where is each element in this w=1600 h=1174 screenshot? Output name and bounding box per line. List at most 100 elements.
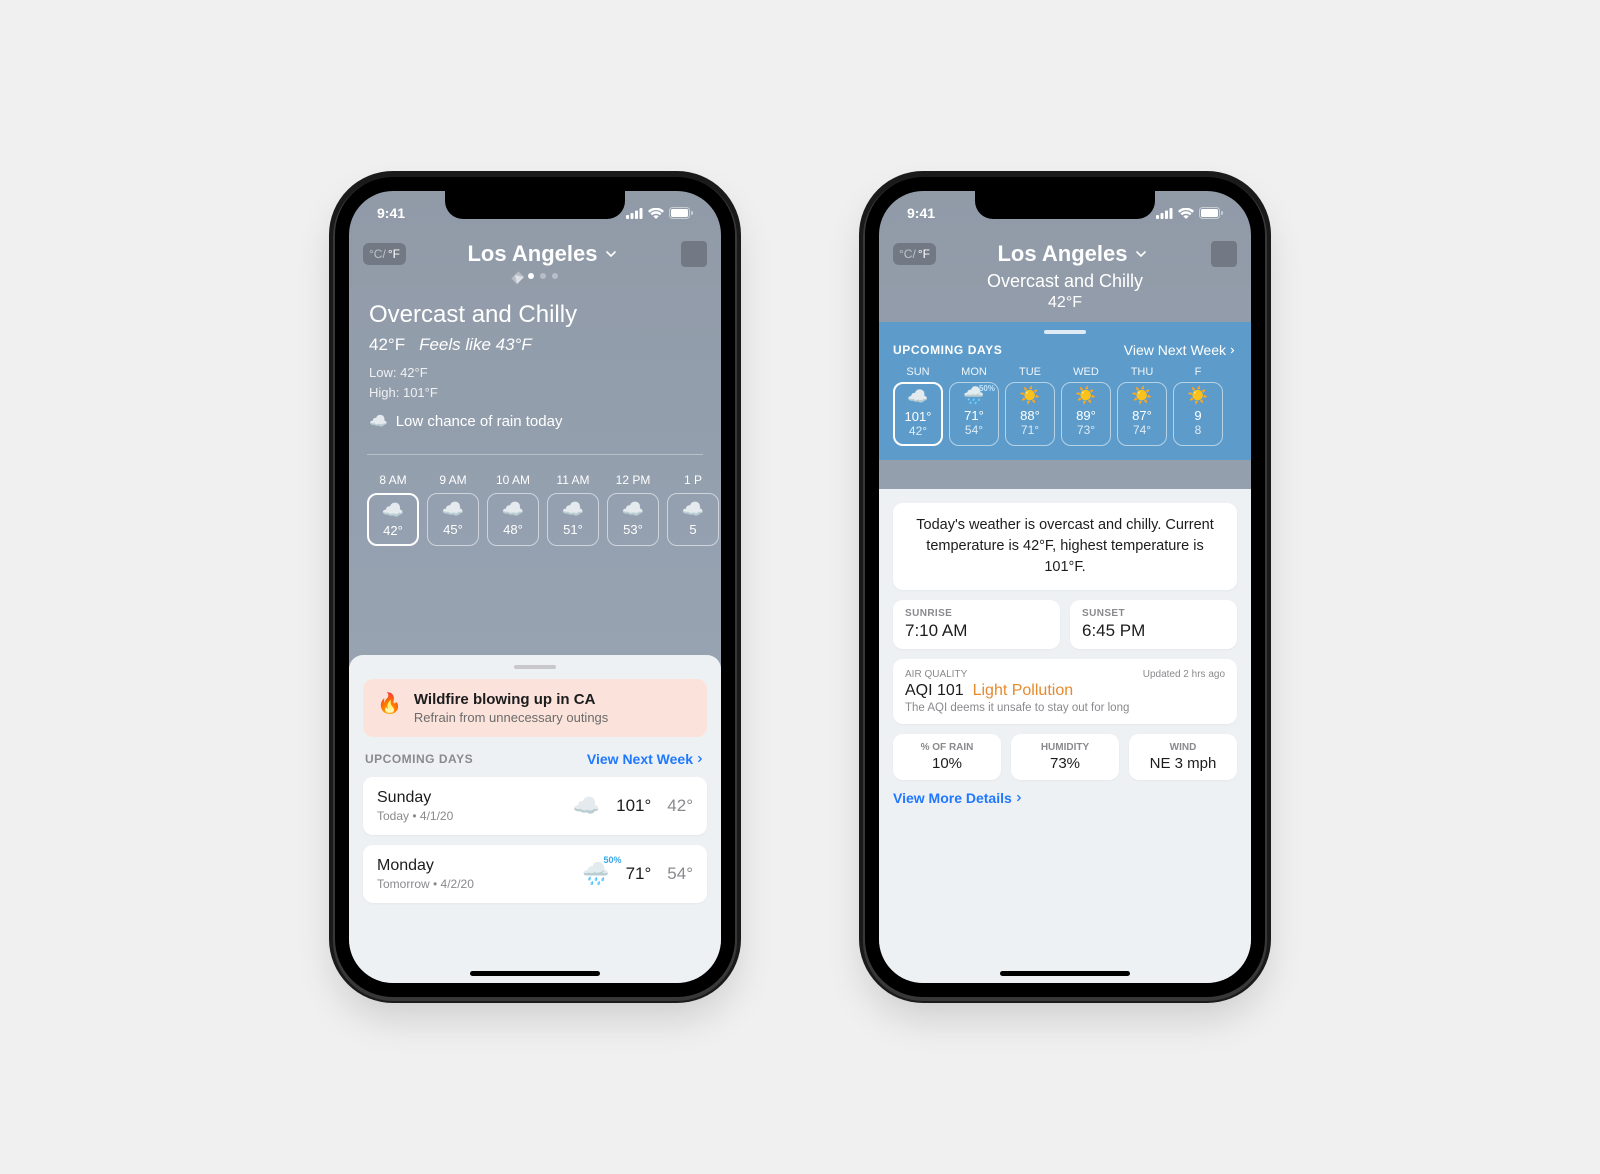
day-forecast-card[interactable]: MondayTomorrow • 4/2/20🌧️50%71°54°	[363, 845, 707, 903]
tile-low: 74°	[1118, 423, 1166, 437]
notch	[445, 191, 625, 219]
stat-card: % OF RAIN10%	[893, 734, 1001, 780]
hourly-card[interactable]: ☁️51°	[547, 493, 599, 546]
cloud-icon: ☁️	[369, 501, 417, 519]
phone-mockup-1: 9:41 °C/ °F Los Angeles	[335, 177, 735, 997]
unit-toggle[interactable]: °C/ °F	[893, 243, 936, 265]
hourly-card[interactable]: ☁️ 5	[667, 493, 719, 546]
day-tile[interactable]: ☀️98	[1173, 382, 1223, 446]
day-name: Monday	[377, 857, 474, 875]
sun-icon: ☀️	[1006, 387, 1054, 406]
day-tile[interactable]: ☀️89°73°	[1061, 382, 1111, 446]
weather-provider-badge[interactable]	[681, 241, 707, 267]
sunset-value: 6:45 PM	[1082, 621, 1225, 641]
day-tile[interactable]: ☀️88°71°	[1005, 382, 1055, 446]
cellular-icon	[1156, 208, 1173, 219]
weather-alert-card[interactable]: 🔥 Wildfire blowing up in CA Refrain from…	[363, 679, 707, 737]
air-quality-card[interactable]: AIR QUALITY Updated 2 hrs ago AQI 101 Li…	[893, 659, 1237, 724]
city-selector[interactable]: Los Angeles	[997, 241, 1149, 267]
day-low: 54°	[667, 864, 693, 884]
hour-temp: 5	[668, 522, 718, 537]
drag-handle-icon[interactable]	[1044, 330, 1086, 334]
hourly-forecast[interactable]: 8 AM9 AM10 AM11 AM12 PM1 P ☁️42°☁️45°☁️4…	[349, 467, 721, 558]
cloud-icon: ☁️	[668, 500, 718, 518]
tile-high: 71°	[950, 408, 998, 423]
stat-card: HUMIDITY 73%	[1011, 734, 1119, 780]
hourly-card[interactable]: ☁️42°	[367, 493, 419, 546]
chevron-down-icon	[603, 246, 619, 262]
hourly-card[interactable]: ☁️ 53°	[607, 493, 659, 546]
day-abbr: THU	[1117, 366, 1167, 378]
hour-label: 9 AM	[427, 473, 479, 487]
divider	[367, 454, 703, 455]
weather-provider-badge[interactable]	[1211, 241, 1237, 267]
day-tile[interactable]: ☀️87°74°	[1117, 382, 1167, 446]
hour-label: 11 AM	[547, 473, 599, 487]
view-next-week-link[interactable]: View Next Week	[1124, 342, 1237, 358]
alert-title: Wildfire blowing up in CA	[414, 691, 608, 708]
day-abbr: MON	[949, 366, 999, 378]
tile-low: 54°	[950, 423, 998, 437]
tile-high: 9	[1174, 408, 1222, 423]
hour-label: 10 AM	[487, 473, 539, 487]
status-time: 9:41	[377, 205, 405, 221]
cloud-icon: ☁️	[369, 412, 388, 430]
detail-sheet[interactable]: Today's weather is overcast and chilly. …	[879, 489, 1251, 983]
alert-subtitle: Refrain from unnecessary outings	[414, 710, 608, 725]
day-low: 42°	[667, 796, 693, 816]
unit-toggle[interactable]: °C/ °F	[363, 243, 406, 265]
bottom-sheet[interactable]: 🔥 Wildfire blowing up in CA Refrain from…	[349, 655, 721, 983]
city-name: Los Angeles	[997, 241, 1127, 267]
tile-high: 101°	[895, 409, 941, 424]
status-time: 9:41	[907, 205, 935, 221]
unit-c[interactable]: °C/	[369, 247, 386, 261]
stat-label: WIND	[1135, 742, 1231, 753]
day-abbr: TUE	[1005, 366, 1055, 378]
condition-text: Overcast and Chilly	[369, 301, 701, 329]
hour-label: 8 AM	[367, 473, 419, 487]
view-more-details-link[interactable]: View More Details	[893, 790, 1237, 806]
chevron-right-icon	[1014, 791, 1024, 805]
day-high: 101°	[616, 796, 651, 816]
hour-label: 1 P	[667, 473, 719, 487]
cloud-icon: ☁️	[428, 500, 478, 518]
day-high: 71°	[626, 864, 652, 884]
city-selector[interactable]: Los Angeles	[467, 241, 619, 267]
sun-icon: ☀️	[1118, 387, 1166, 406]
aqi-note: The AQI deems it unsafe to stay out for …	[905, 702, 1225, 714]
home-indicator[interactable]	[470, 971, 600, 976]
home-indicator[interactable]	[1000, 971, 1130, 976]
stat-label: HUMIDITY	[1017, 742, 1113, 753]
low-temp: Low: 42°F	[369, 363, 701, 383]
upcoming-days-panel[interactable]: UPCOMING DAYS View Next Week SUNMONTUEWE…	[879, 322, 1251, 460]
page-indicator[interactable]	[349, 273, 721, 281]
stat-card: WIND NE 3 mph	[1129, 734, 1237, 780]
upcoming-days-label: UPCOMING DAYS	[893, 343, 1002, 357]
stat-value: NE 3 mph	[1135, 755, 1231, 772]
day-tile[interactable]: 50%🌧️71°54°	[949, 382, 999, 446]
hour-temp: 53°	[608, 522, 658, 537]
upcoming-days-label: UPCOMING DAYS	[365, 752, 473, 766]
stat-value: 73%	[1017, 755, 1113, 772]
unit-c[interactable]: °C/	[899, 247, 916, 261]
hourly-card[interactable]: ☁️ 45°	[427, 493, 479, 546]
day-forecast-card[interactable]: SundayToday • 4/1/20☁️101°42°	[363, 777, 707, 835]
current-temp: 42°F	[879, 294, 1251, 312]
drag-handle-icon[interactable]	[514, 665, 556, 669]
today-summary-card: Today's weather is overcast and chilly. …	[893, 503, 1237, 590]
day-sub: Tomorrow • 4/2/20	[377, 877, 474, 891]
sunrise-value: 7:10 AM	[905, 621, 1048, 641]
unit-f[interactable]: °F	[388, 247, 400, 261]
current-temp: 42°F	[369, 335, 405, 355]
cloud-icon: ☁️	[488, 500, 538, 518]
hour-temp: 45°	[428, 522, 478, 537]
day-tile[interactable]: ☁️101°42°	[893, 382, 943, 446]
cloud-icon: ☁️	[608, 500, 658, 518]
view-next-week-link[interactable]: View Next Week	[587, 751, 705, 767]
unit-f[interactable]: °F	[918, 247, 930, 261]
tile-high: 88°	[1006, 408, 1054, 423]
aqi-pollution-level: Light Pollution	[973, 682, 1074, 699]
battery-icon	[1199, 207, 1223, 219]
sunrise-card: SUNRISE 7:10 AM	[893, 600, 1060, 649]
hourly-card[interactable]: ☁️48°	[487, 493, 539, 546]
